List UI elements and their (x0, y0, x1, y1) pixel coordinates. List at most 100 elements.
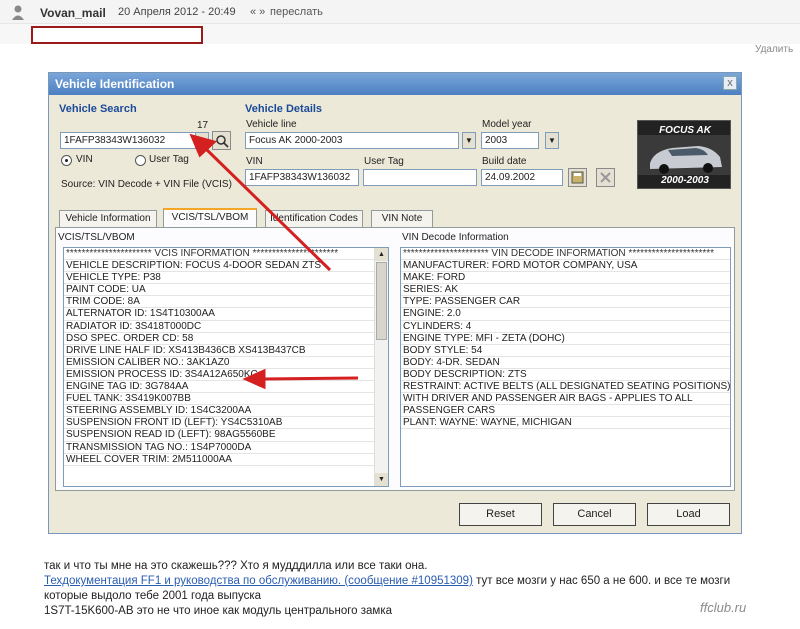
save-button[interactable] (568, 168, 587, 187)
scroll-thumb[interactable] (376, 262, 387, 340)
list-row[interactable]: PASSENGER CARS (401, 405, 730, 418)
vehicle-line-label: Vehicle line (246, 119, 297, 130)
vehicle-details-title: Vehicle Details (245, 103, 323, 115)
list-row[interactable]: PLANT: WAYNE: WAYNE, MICHIGAN (401, 417, 730, 430)
left-pane-heading: VCIS/TSL/VBOM (58, 232, 135, 243)
dialog-title: Vehicle Identification (55, 77, 175, 91)
vin-label: VIN (246, 156, 263, 167)
save-icon (571, 171, 584, 184)
vcis-scrollbar[interactable]: ▲ ▼ (374, 248, 388, 486)
list-row[interactable]: BODY: 4-DR. SEDAN (401, 357, 730, 369)
list-row[interactable]: ENGINE TYPE: MFI - ZETA (DOHC) (401, 333, 730, 345)
message-line-2-rest: тут все мозги у нас 650 а не 600. и все … (472, 575, 731, 587)
list-row[interactable]: SUSPENSION READ ID (LEFT): 98AG5560BE (64, 429, 374, 442)
post-header: Vovan_mail 20 Апреля 2012 - 20:49 « » пе… (0, 0, 800, 24)
forward-link[interactable]: переслать (270, 6, 323, 18)
cancel-button[interactable]: Cancel (553, 503, 636, 526)
user-tag-label: User Tag (364, 156, 404, 167)
list-row[interactable]: MANUFACTURER: FORD MOTOR COMPANY, USA (401, 260, 730, 273)
list-row[interactable]: TYPE: PASSENGER CAR (401, 296, 730, 309)
vcis-rows: ********************** VCIS INFORMATION … (64, 248, 374, 466)
vehicle-identification-dialog: Vehicle Identification x Vehicle Search … (48, 72, 742, 534)
list-row[interactable]: SERIES: AK (401, 284, 730, 297)
model-year-label: Model year (482, 119, 532, 130)
user-tag-radio-label: User Tag (149, 154, 189, 165)
message-line-1: так и что ты мне на это скажешь??? Хто я… (44, 560, 428, 572)
source-text: Source: VIN Decode + VIN File (VCIS) (61, 179, 232, 190)
close-icon[interactable]: x (723, 76, 737, 90)
vehicle-search-title: Vehicle Search (59, 103, 137, 115)
vin-search-input[interactable]: 1FAFP38343W136032 (60, 132, 196, 149)
list-row[interactable]: WHEEL COVER TRIM: 2M511000AA (64, 454, 374, 466)
vin-radio[interactable] (61, 155, 72, 166)
vehicle-image-years: 2000-2003 (661, 175, 709, 186)
list-row[interactable]: TRANSMISSION TAG NO.: 1S4P7000DA (64, 442, 374, 454)
tab-vehicle-information[interactable]: Vehicle Information (59, 210, 157, 227)
vin-decode-rows: ********************** VIN DECODE INFORM… (401, 248, 730, 430)
list-row[interactable]: EMISSION PROCESS ID: 3S4A12A650KC (64, 369, 374, 382)
right-pane-heading: VIN Decode Information (402, 232, 509, 243)
load-button[interactable]: Load (647, 503, 730, 526)
scroll-down-icon[interactable]: ▼ (375, 473, 388, 486)
scroll-up-icon[interactable]: ▲ (375, 248, 388, 261)
tab-vcis-tsl-vbom[interactable]: VCIS/TSL/VBOM (163, 208, 257, 228)
list-row[interactable]: FUEL TANK: 3S419K007BB (64, 393, 374, 406)
list-row[interactable]: MAKE: FORD (401, 272, 730, 285)
list-row[interactable]: PAINT CODE: UA (64, 284, 374, 297)
post-date: 20 Апреля 2012 - 20:49 (118, 6, 236, 18)
user-tag-radio[interactable] (135, 155, 146, 166)
list-row[interactable]: EMISSION CALIBER NO.: 3AK1AZ0 (64, 357, 374, 369)
list-row[interactable]: TRIM CODE: 8A (64, 296, 374, 309)
list-row[interactable]: ENGINE TAG ID: 3G784AA (64, 381, 374, 394)
post-username[interactable]: Vovan_mail (40, 6, 106, 20)
post-nav-arrows[interactable]: « » (250, 6, 265, 18)
tab-panel: VCIS/TSL/VBOM ********************** VCI… (55, 227, 735, 491)
user-tag-field[interactable] (363, 169, 477, 186)
list-row[interactable]: VEHICLE DESCRIPTION: FOCUS 4-DOOR SEDAN … (64, 260, 374, 273)
list-row[interactable]: SUSPENSION FRONT ID (LEFT): YS4C5310AB (64, 417, 374, 430)
clear-x-icon (600, 172, 611, 183)
model-year-field[interactable]: 2003 (481, 132, 539, 149)
search-icon (215, 135, 229, 148)
model-year-dropdown[interactable]: ▼ (545, 132, 559, 149)
vehicle-image: FOCUS AK 2000-2003 (637, 120, 731, 189)
list-row[interactable]: ENGINE: 2.0 (401, 308, 730, 321)
message-line-2: Техдокументация FF1 и руководства по обс… (44, 575, 730, 587)
list-row[interactable]: ********************** VIN DECODE INFORM… (401, 248, 730, 261)
vin-dropdown-button[interactable]: ▼ (195, 132, 209, 149)
list-row[interactable]: DRIVE LINE HALF ID: XS413B436CB XS413B43… (64, 345, 374, 357)
vehicle-line-dropdown[interactable]: ▼ (462, 132, 476, 149)
reset-button[interactable]: Reset (459, 503, 542, 526)
vcis-list[interactable]: ********************** VCIS INFORMATION … (63, 247, 389, 487)
vin-radio-label: VIN (76, 154, 93, 165)
dialog-title-bar: Vehicle Identification x (49, 73, 741, 95)
user-avatar-icon (12, 5, 24, 20)
tab-identification-codes[interactable]: Identification Codes (265, 210, 363, 227)
clear-button[interactable] (596, 168, 615, 187)
delete-link[interactable]: Удалить (755, 44, 793, 55)
list-row[interactable]: BODY DESCRIPTION: ZTS (401, 369, 730, 382)
site-watermark: ffclub.ru (700, 600, 747, 615)
list-row[interactable]: STEERING ASSEMBLY ID: 1S4C3200AA (64, 405, 374, 418)
list-row[interactable]: VEHICLE TYPE: P38 (64, 272, 374, 285)
vin-count: 17 (197, 120, 209, 131)
vin-decode-list[interactable]: ********************** VIN DECODE INFORM… (400, 247, 731, 487)
list-row[interactable]: RESTRAINT: ACTIVE BELTS (ALL DESIGNATED … (401, 381, 730, 394)
list-row[interactable]: RADIATOR ID: 3S418T000DC (64, 321, 374, 333)
list-row[interactable]: BODY STYLE: 54 (401, 345, 730, 357)
vehicle-line-field[interactable]: Focus AK 2000-2003 (245, 132, 459, 149)
tab-vin-note[interactable]: VIN Note (371, 210, 433, 227)
redacted-field (31, 26, 203, 44)
list-row[interactable]: ALTERNATOR ID: 1S4T10300AA (64, 308, 374, 321)
list-row[interactable]: ********************** VCIS INFORMATION … (64, 248, 374, 261)
message-line-3: которые выдоло тебе 2001 года выпуска (44, 590, 262, 602)
tech-doc-link[interactable]: Техдокументация FF1 и руководства по обс… (44, 575, 473, 587)
message-line-4: 1S7T-15K600-AB это не что иное как модул… (44, 605, 393, 617)
build-date-field[interactable]: 24.09.2002 (481, 169, 563, 186)
build-date-label: Build date (482, 156, 527, 167)
list-row[interactable]: WITH DRIVER AND PASSENGER AIR BAGS - APP… (401, 393, 730, 406)
list-row[interactable]: DSO SPEC. ORDER CD: 58 (64, 333, 374, 345)
list-row[interactable]: CYLINDERS: 4 (401, 321, 730, 333)
vin-field[interactable]: 1FAFP38343W136032 (245, 169, 359, 186)
search-button[interactable] (212, 131, 231, 150)
